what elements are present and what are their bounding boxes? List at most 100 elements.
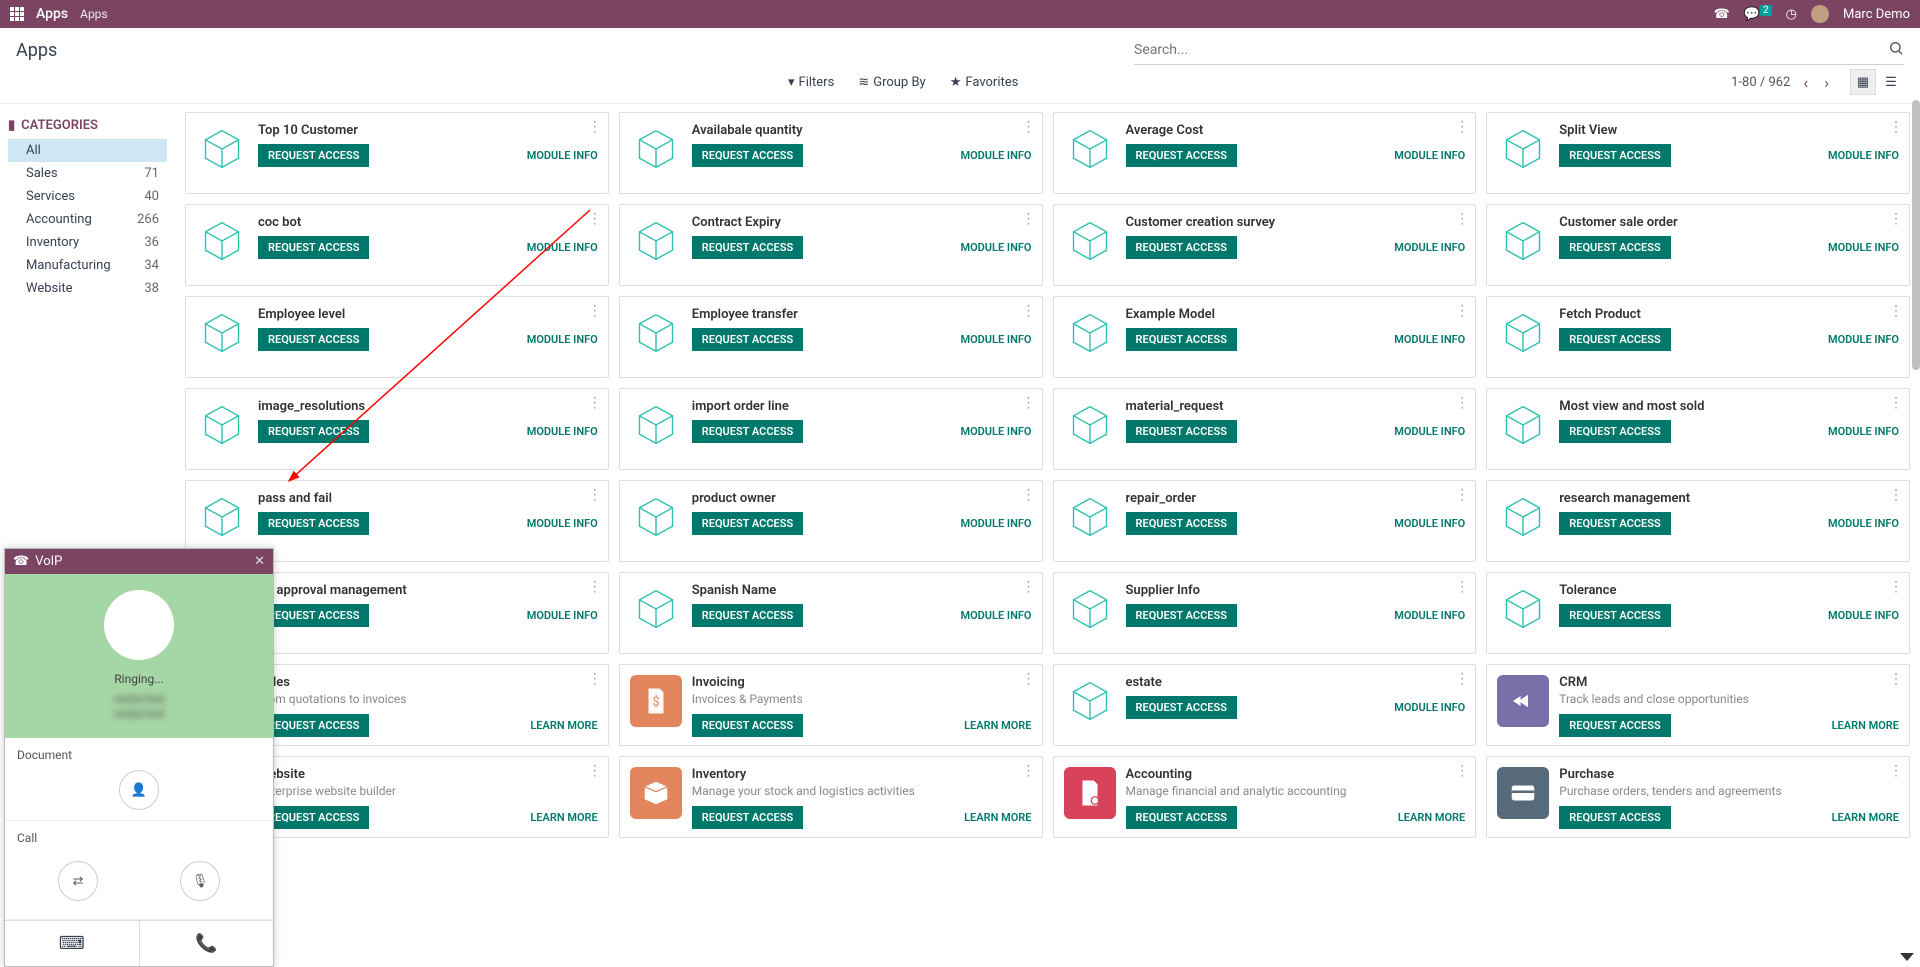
pager-next-icon[interactable]: › <box>1821 73 1832 92</box>
sidebar-item-services[interactable]: Services40 <box>8 185 167 208</box>
card-menu-icon[interactable]: ⋮ <box>1022 395 1036 411</box>
close-icon[interactable]: ✕ <box>254 554 265 569</box>
card-menu-icon[interactable]: ⋮ <box>1455 211 1469 227</box>
card-menu-icon[interactable]: ⋮ <box>1889 763 1903 779</box>
open-contact-button[interactable]: 👤 <box>119 770 159 810</box>
clock-icon[interactable]: ◷ <box>1786 7 1797 22</box>
module-info-link[interactable]: MODULE INFO <box>527 425 598 438</box>
learn-more-link[interactable]: LEARN MORE <box>1398 811 1465 824</box>
scrollbar[interactable] <box>1912 100 1920 370</box>
phone-icon[interactable]: ☎ <box>1714 7 1730 22</box>
sidebar-item-website[interactable]: Website38 <box>8 277 167 300</box>
card-menu-icon[interactable]: ⋮ <box>1455 763 1469 779</box>
request-access-button[interactable]: REQUEST ACCESS <box>258 144 369 167</box>
module-info-link[interactable]: MODULE INFO <box>527 609 598 622</box>
module-info-link[interactable]: MODULE INFO <box>527 149 598 162</box>
card-menu-icon[interactable]: ⋮ <box>1889 211 1903 227</box>
module-info-link[interactable]: MODULE INFO <box>960 241 1031 254</box>
request-access-button[interactable]: REQUEST ACCESS <box>1559 144 1670 167</box>
module-info-link[interactable]: MODULE INFO <box>1394 701 1465 714</box>
request-access-button[interactable]: REQUEST ACCESS <box>258 420 369 443</box>
request-access-button[interactable]: REQUEST ACCESS <box>692 512 803 535</box>
favorites-button[interactable]: ★Favorites <box>950 75 1019 90</box>
module-info-link[interactable]: MODULE INFO <box>960 517 1031 530</box>
request-access-button[interactable]: REQUEST ACCESS <box>1559 328 1670 351</box>
card-menu-icon[interactable]: ⋮ <box>1022 211 1036 227</box>
module-info-link[interactable]: MODULE INFO <box>1394 517 1465 530</box>
card-menu-icon[interactable]: ⋮ <box>1022 671 1036 687</box>
voip-header[interactable]: ☎ VoIP ✕ <box>5 549 273 574</box>
module-info-link[interactable]: MODULE INFO <box>1394 333 1465 346</box>
search-icon[interactable] <box>1888 40 1904 60</box>
request-access-button[interactable]: REQUEST ACCESS <box>258 604 369 627</box>
request-access-button[interactable]: REQUEST ACCESS <box>1559 236 1670 259</box>
brand[interactable]: Apps <box>36 6 68 22</box>
request-access-button[interactable]: REQUEST ACCESS <box>1126 328 1237 351</box>
card-menu-icon[interactable]: ⋮ <box>1022 303 1036 319</box>
hangup-button[interactable]: 📞 <box>139 921 274 966</box>
module-info-link[interactable]: MODULE INFO <box>1394 609 1465 622</box>
pager-prev-icon[interactable]: ‹ <box>1800 73 1811 92</box>
card-menu-icon[interactable]: ⋮ <box>1455 487 1469 503</box>
card-menu-icon[interactable]: ⋮ <box>1455 579 1469 595</box>
sidebar-item-sales[interactable]: Sales71 <box>8 162 167 185</box>
learn-more-link[interactable]: LEARN MORE <box>1832 719 1899 732</box>
learn-more-link[interactable]: LEARN MORE <box>964 719 1031 732</box>
keyboard-button[interactable]: ⌨ <box>5 921 139 966</box>
request-access-button[interactable]: REQUEST ACCESS <box>258 236 369 259</box>
module-info-link[interactable]: MODULE INFO <box>527 241 598 254</box>
module-info-link[interactable]: MODULE INFO <box>960 609 1031 622</box>
sidebar-item-manufacturing[interactable]: Manufacturing34 <box>8 254 167 277</box>
module-info-link[interactable]: MODULE INFO <box>1828 425 1899 438</box>
request-access-button[interactable]: REQUEST ACCESS <box>258 328 369 351</box>
breadcrumb[interactable]: Apps <box>80 7 108 21</box>
request-access-button[interactable]: REQUEST ACCESS <box>1126 420 1237 443</box>
request-access-button[interactable]: REQUEST ACCESS <box>692 144 803 167</box>
request-access-button[interactable]: REQUEST ACCESS <box>1126 144 1237 167</box>
card-menu-icon[interactable]: ⋮ <box>588 395 602 411</box>
card-menu-icon[interactable]: ⋮ <box>1022 579 1036 595</box>
card-menu-icon[interactable]: ⋮ <box>1455 671 1469 687</box>
module-info-link[interactable]: MODULE INFO <box>1828 241 1899 254</box>
card-menu-icon[interactable]: ⋮ <box>588 671 602 687</box>
card-menu-icon[interactable]: ⋮ <box>1889 119 1903 135</box>
chat-icon[interactable]: 💬2 <box>1744 7 1772 22</box>
request-access-button[interactable]: REQUEST ACCESS <box>1126 512 1237 535</box>
module-info-link[interactable]: MODULE INFO <box>527 333 598 346</box>
avatar[interactable] <box>1811 5 1829 23</box>
module-info-link[interactable]: MODULE INFO <box>1394 241 1465 254</box>
request-access-button[interactable]: REQUEST ACCESS <box>692 714 803 737</box>
request-access-button[interactable]: REQUEST ACCESS <box>1559 604 1670 627</box>
user-name[interactable]: Marc Demo <box>1843 7 1910 22</box>
learn-more-link[interactable]: LEARN MORE <box>530 811 597 824</box>
card-menu-icon[interactable]: ⋮ <box>1889 395 1903 411</box>
card-menu-icon[interactable]: ⋮ <box>1455 119 1469 135</box>
module-info-link[interactable]: MODULE INFO <box>1828 517 1899 530</box>
module-info-link[interactable]: MODULE INFO <box>960 425 1031 438</box>
search-input[interactable] <box>1134 36 1904 65</box>
request-access-button[interactable]: REQUEST ACCESS <box>692 236 803 259</box>
card-menu-icon[interactable]: ⋮ <box>1889 671 1903 687</box>
card-menu-icon[interactable]: ⋮ <box>1455 303 1469 319</box>
request-access-button[interactable]: REQUEST ACCESS <box>1126 604 1237 627</box>
card-menu-icon[interactable]: ⋮ <box>1022 763 1036 779</box>
filters-button[interactable]: ▾Filters <box>788 75 834 90</box>
card-menu-icon[interactable]: ⋮ <box>1455 395 1469 411</box>
request-access-button[interactable]: REQUEST ACCESS <box>1559 806 1670 829</box>
card-menu-icon[interactable]: ⋮ <box>588 119 602 135</box>
request-access-button[interactable]: REQUEST ACCESS <box>258 512 369 535</box>
card-menu-icon[interactable]: ⋮ <box>588 303 602 319</box>
transfer-button[interactable]: ⇄ <box>58 861 98 901</box>
module-info-link[interactable]: MODULE INFO <box>1394 149 1465 162</box>
module-info-link[interactable]: MODULE INFO <box>960 149 1031 162</box>
request-access-button[interactable]: REQUEST ACCESS <box>1559 420 1670 443</box>
request-access-button[interactable]: REQUEST ACCESS <box>258 714 369 737</box>
module-info-link[interactable]: MODULE INFO <box>527 517 598 530</box>
sidebar-item-inventory[interactable]: Inventory36 <box>8 231 167 254</box>
module-info-link[interactable]: MODULE INFO <box>960 333 1031 346</box>
request-access-button[interactable]: REQUEST ACCESS <box>692 806 803 829</box>
sidebar-item-accounting[interactable]: Accounting266 <box>8 208 167 231</box>
card-menu-icon[interactable]: ⋮ <box>588 487 602 503</box>
apps-menu-icon[interactable] <box>10 7 24 21</box>
request-access-button[interactable]: REQUEST ACCESS <box>1126 696 1237 719</box>
